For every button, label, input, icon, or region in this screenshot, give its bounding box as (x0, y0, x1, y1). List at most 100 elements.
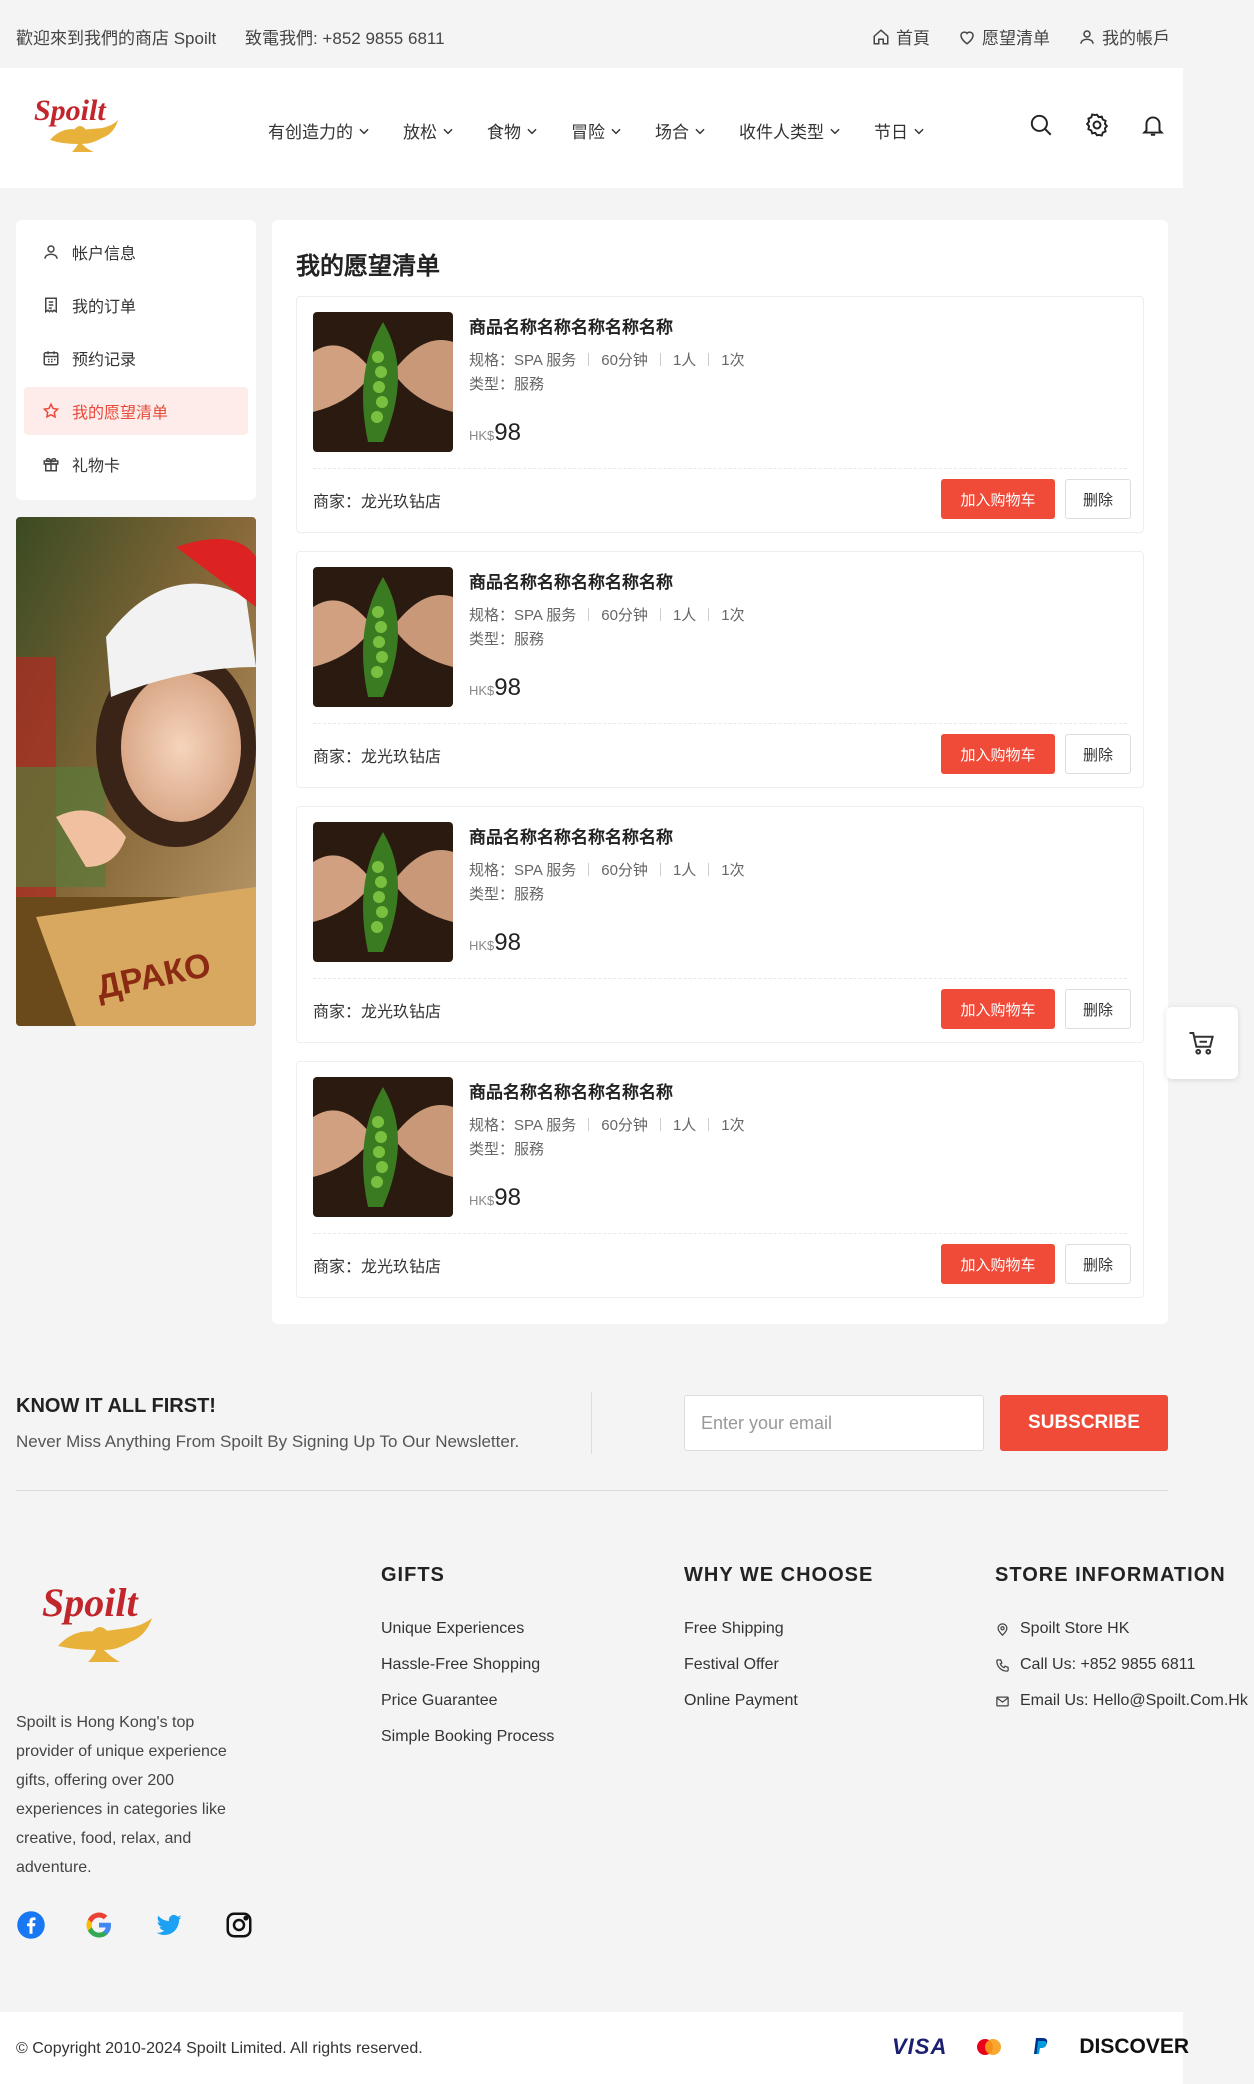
footer-link[interactable]: Hassle-Free Shopping (381, 1647, 554, 1683)
account-link-label: 我的帳戶 (1102, 29, 1170, 48)
delete-button[interactable]: 删除 (1065, 479, 1131, 519)
product-name[interactable]: 商品名称名称名称名称名称 (469, 1078, 673, 1103)
product-spec: 规格：SPA 服务 60分钟 1人 1次 (469, 859, 745, 880)
nav-item-creative[interactable]: 有创造力的 (268, 118, 371, 143)
sidebar-item-label: 礼物卡 (72, 458, 121, 475)
product-image[interactable] (313, 1077, 453, 1217)
footer-link[interactable]: Online Payment (684, 1683, 873, 1719)
spec-duration: 60分钟 (601, 862, 648, 879)
google-icon[interactable] (84, 1910, 114, 1940)
product-name[interactable]: 商品名称名称名称名称名称 (469, 313, 673, 338)
chevron-down-icon (611, 128, 621, 134)
store-phone[interactable]: Call Us: +852 9855 6811 (995, 1647, 1248, 1683)
card-divider (313, 468, 1127, 469)
footer-link[interactable]: Unique Experiences (381, 1611, 554, 1647)
divider (591, 1392, 592, 1454)
site-logo[interactable]: Spoilt (32, 90, 128, 166)
product-image[interactable] (313, 567, 453, 707)
add-to-cart-button[interactable]: 加入购物车 (941, 989, 1055, 1029)
page-title: 我的愿望清单 (296, 253, 440, 280)
add-to-cart-button[interactable]: 加入购物车 (941, 734, 1055, 774)
wishlist-panel: 我的愿望清单 商品名称名称名称名称名称 规格：SPA 服务 60分钟 1人 1次 类型… (272, 220, 1168, 1324)
price-currency: HK$ (469, 1193, 495, 1208)
delete-button[interactable]: 删除 (1065, 1244, 1131, 1284)
nav-item-recipient[interactable]: 收件人类型 (739, 118, 842, 143)
wishlist-link[interactable]: 愿望清单 (958, 24, 1050, 49)
product-price: HK$98 (469, 929, 521, 957)
home-link[interactable]: 首頁 (872, 24, 930, 49)
sidebar-item-account-info[interactable]: 帐户信息 (24, 228, 248, 276)
product-name[interactable]: 商品名称名称名称名称名称 (469, 823, 673, 848)
welcome-text: 歡迎來到我們的商店 Spoilt (16, 29, 217, 48)
footer-logo[interactable]: Spoilt (38, 1576, 164, 1680)
nav-item-festival[interactable]: 节日 (874, 118, 926, 143)
facebook-icon[interactable] (16, 1910, 46, 1940)
main-nav: 有创造力的 放松 食物 冒险 场合 收件人类型 节日 (268, 118, 926, 143)
product-image[interactable] (313, 312, 453, 452)
phone-text: 致電我們: +852 9855 6811 (244, 29, 445, 48)
subscribe-button[interactable]: SUBSCRIBE (1000, 1395, 1168, 1451)
spec-duration: 60分钟 (601, 1117, 648, 1134)
search-icon[interactable] (1028, 112, 1054, 138)
add-to-cart-button[interactable]: 加入购物车 (941, 479, 1055, 519)
nav-label: 收件人类型 (739, 123, 824, 142)
footer-link[interactable]: Festival Offer (684, 1647, 873, 1683)
add-to-cart-button[interactable]: 加入购物车 (941, 1244, 1055, 1284)
receipt-icon (45, 297, 57, 314)
bell-icon[interactable] (1140, 112, 1166, 138)
store-name: Spoilt Store HK (995, 1611, 1248, 1647)
product-spec: 规格：SPA 服务 60分钟 1人 1次 (469, 604, 745, 625)
delete-button[interactable]: 删除 (1065, 989, 1131, 1029)
top-bar: 歡迎來到我們的商店 Spoilt 致電我們: +852 9855 6811 首頁… (0, 0, 1254, 68)
instagram-icon[interactable] (224, 1910, 254, 1940)
phone-icon (996, 1658, 1009, 1672)
chevron-down-icon (914, 128, 924, 134)
sidebar-item-bookings[interactable]: 预约记录 (24, 334, 248, 382)
user-icon (44, 245, 58, 259)
store-email[interactable]: Email Us: Hello@Spoilt.Com.Hk (995, 1683, 1248, 1719)
twitter-icon[interactable] (152, 1910, 186, 1940)
footer-link[interactable]: Simple Booking Process (381, 1719, 554, 1755)
card-divider (313, 978, 1127, 979)
spec-people: 1人 (672, 862, 697, 879)
gear-icon[interactable] (1084, 112, 1110, 138)
nav-item-food[interactable]: 食物 (487, 118, 539, 143)
svg-text:Spoilt: Spoilt (34, 94, 107, 127)
footer-link[interactable]: Price Guarantee (381, 1683, 554, 1719)
account-sidebar: 帐户信息 我的订单 预约记录 我的愿望清单 礼物卡 (16, 220, 256, 500)
product-spec: 规格：SPA 服务 60分钟 1人 1次 (469, 1114, 745, 1135)
product-image[interactable] (313, 822, 453, 962)
product-name[interactable]: 商品名称名称名称名称名称 (469, 568, 673, 593)
floating-cart-button[interactable] (1166, 1007, 1238, 1079)
location-pin-icon (997, 1622, 1008, 1636)
bottom-bar: © Copyright 2010-2024 Spoilt Limited. Al… (0, 2012, 1189, 2084)
card-divider (313, 723, 1127, 724)
gift-icon (43, 457, 59, 472)
merchant-name: 商家：龙光玖钻店 (313, 749, 442, 766)
footer-link[interactable]: Free Shipping (684, 1611, 873, 1647)
wishlist-item: 商品名称名称名称名称名称 规格：SPA 服务 60分钟 1人 1次 类型：服務 HK$… (296, 1061, 1144, 1298)
promo-image[interactable]: ДРАКО (16, 517, 256, 1026)
account-link[interactable]: 我的帳戶 (1078, 24, 1170, 49)
sidebar-item-orders[interactable]: 我的订单 (24, 281, 248, 329)
sidebar-item-wishlist[interactable]: 我的愿望清单 (24, 387, 248, 435)
delete-button[interactable]: 删除 (1065, 734, 1131, 774)
nav-item-relax[interactable]: 放松 (403, 118, 455, 143)
sidebar-item-giftcard[interactable]: 礼物卡 (24, 440, 248, 488)
merchant-name: 商家：龙光玖钻店 (313, 494, 442, 511)
spec-duration: 60分钟 (601, 352, 648, 369)
main-header: Spoilt 有创造力的 放松 食物 冒险 场合 收件人类型 节日 (0, 68, 1183, 188)
svg-text:Spoilt: Spoilt (42, 1580, 139, 1625)
spec-times: 1次 (721, 607, 745, 624)
spec-label: 规格：SPA 服务 (469, 607, 577, 624)
product-price: HK$98 (469, 674, 521, 702)
nav-item-occasion[interactable]: 场合 (655, 118, 707, 143)
product-price: HK$98 (469, 1184, 521, 1212)
sidebar-item-label: 帐户信息 (72, 246, 137, 263)
product-type: 类型：服務 (469, 886, 545, 903)
nav-item-adventure[interactable]: 冒险 (571, 118, 623, 143)
newsletter-subtitle: Never Miss Anything From Spoilt By Signi… (16, 1432, 520, 1451)
home-link-label: 首頁 (896, 29, 930, 48)
email-input[interactable] (684, 1395, 984, 1451)
product-type: 类型：服務 (469, 376, 545, 393)
